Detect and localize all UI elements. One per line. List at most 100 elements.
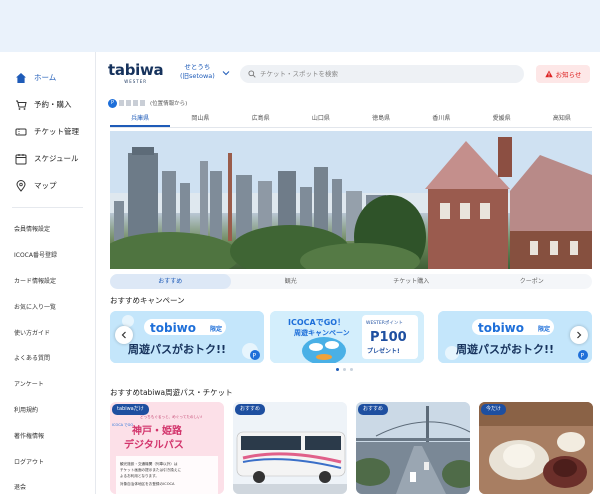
sidebar-main-nav: ホーム 予約・購入 チケット管理 スケジュール マップ [0,52,95,199]
campaign-carousel: tobiwo 限定 周遊パスがおトク!! P ICOCAでGO！ 周遊キャンペー… [96,309,600,365]
hero-illustration [110,131,592,269]
sidebar-link-copyright[interactable]: 著作権情報 [0,422,95,448]
carousel-pagination [336,368,353,371]
pass-card-art: どっちもぐるっと、めぐってたのしい! 神戸・姫路 デジタルパス ICOCA でG… [110,402,224,494]
location-badge-icon: P [108,98,117,108]
sidebar-sub-nav: 会員情報設定 ICOCA番号登録 カード情報設定 お気に入り一覧 使い方ガイド … [0,214,95,494]
campaign-banner-icoca-go[interactable]: ICOCAでGO！ 周遊キャンペーン WESTERポイント P100 プレゼント… [270,311,424,363]
chevron-left-icon [121,331,126,339]
tab-hyogo[interactable]: 兵庫県 [110,111,171,127]
sidebar-item-label: マップ [34,181,57,190]
home-icon [14,71,28,85]
logo-wordmark: tabiwa [108,61,164,79]
sidebar-link-withdraw[interactable]: 退会 [0,474,95,494]
sidebar-item-tickets[interactable]: チケット管理 [0,118,95,145]
notice-button[interactable]: お知らせ [536,65,590,83]
search-input[interactable] [260,70,500,78]
card-badge: 今だけ [481,404,507,415]
pass-card-sweets[interactable]: 今だけ [479,402,593,494]
tab-coupons[interactable]: クーポン [472,274,593,289]
tab-recommended[interactable]: おすすめ [110,274,231,289]
chevron-right-icon [577,331,582,339]
banner-tag: 限定 [538,325,550,333]
banner-brand: tobiwo [150,321,196,335]
card-note-3: よるお利用となります。 [120,473,159,478]
region-name: せとうち [184,63,211,71]
sidebar-link-logout[interactable]: ログアウト [0,448,95,474]
carousel-prev-button[interactable] [115,326,133,344]
carousel-dot[interactable] [350,368,353,371]
tab-tokushima[interactable]: 徳島県 [351,111,411,127]
calendar-icon [14,152,28,166]
sidebar-link-faq[interactable]: よくある質問 [0,345,95,371]
app-header: tabiwa WESTER せとうち (旧setowa) お知らせ [96,52,600,96]
tab-ticket-purchase[interactable]: チケット購入 [351,274,472,289]
top-band [0,0,600,52]
banner-tag: 限定 [210,325,222,333]
tab-yamaguchi[interactable]: 山口県 [291,111,351,127]
sidebar-link-favorites[interactable]: お気に入り一覧 [0,293,95,319]
card-note-4: 対象自治体地区をお登録のICOCA [120,481,175,486]
campaign-section-title: おすすめキャンペーン [110,296,185,305]
banner-badge: P [581,353,585,360]
tab-ehime[interactable]: 愛媛県 [472,111,532,127]
sidebar-item-booking[interactable]: 予約・購入 [0,91,95,118]
logo-subtext: WESTER [124,79,148,84]
cart-icon [14,98,28,112]
tab-okayama[interactable]: 岡山県 [170,111,230,127]
pass-card-art [479,402,593,494]
passes-section-title: おすすめtabiwa周遊パス・チケット [110,388,233,397]
banner-brand: tobiwo [478,321,524,335]
banner-art: tobiwo 限定 周遊パスがおトク!! P [438,311,592,363]
sidebar-item-schedule[interactable]: スケジュール [0,145,95,172]
region-selector[interactable]: せとうち (旧setowa) [180,63,230,81]
carousel-next-button[interactable] [570,326,588,344]
sidebar-item-home[interactable]: ホーム [0,64,95,91]
pass-card-art [356,402,470,494]
sidebar-link-card-settings[interactable]: カード情報設定 [0,268,95,294]
tab-kagawa[interactable]: 香川県 [411,111,471,127]
location-indicator[interactable]: P (位置情報から) [108,97,187,109]
banner-headline: 周遊パスがおトク!! [456,342,554,356]
sidebar-item-map[interactable]: マップ [0,172,95,199]
sidebar-link-icoca-register[interactable]: ICOCA番号登録 [0,242,95,268]
tabiwa-logo[interactable]: tabiwa WESTER [108,61,164,85]
pass-card-bus[interactable]: おすすめ [233,402,347,494]
sidebar-divider [12,207,83,208]
pass-card-art [233,402,347,494]
banner-present: プレゼント! [367,347,400,355]
carousel-dot[interactable] [343,368,346,371]
card-side-label: ICOCA でGO [112,423,133,427]
sidebar-link-terms[interactable]: 利用規約 [0,397,95,423]
search-bar[interactable] [240,65,524,83]
sidebar-link-member-settings[interactable]: 会員情報設定 [0,216,95,242]
card-note-2: チケット画面の提示または引き換えに [120,467,181,472]
region-subname: (旧setowa) [180,72,215,80]
card-tagline: どっちもぐるっと、めぐってたのしい! [140,414,202,419]
pass-card-akashi-bridge[interactable]: おすすめ [356,402,470,494]
tab-hiroshima[interactable]: 広島県 [231,111,291,127]
card-badge: おすすめ [358,404,389,415]
banner-badge: P [253,353,257,360]
banner-art: ICOCAでGO！ 周遊キャンペーン WESTERポイント P100 プレゼント… [270,311,424,363]
ticket-icon [14,125,28,139]
carousel-dot[interactable] [336,368,339,371]
tab-sightseeing[interactable]: 観光 [231,274,352,289]
campaign-banner-tobiwo-2[interactable]: tobiwo 限定 周遊パスがおトク!! P [438,311,592,363]
card-badge: tabiwaだけ [112,404,149,415]
sidebar-link-guide[interactable]: 使い方ガイド [0,319,95,345]
pass-card-kobe-himeji[interactable]: どっちもぐるっと、めぐってたのしい! 神戸・姫路 デジタルパス ICOCA でG… [110,402,224,494]
location-label: (位置情報から) [150,101,188,107]
content-tabs: おすすめ 観光 チケット購入 クーポン [110,274,592,289]
tab-kochi[interactable]: 高知県 [532,111,592,127]
banner-art: tobiwo 限定 周遊パスがおトク!! P [110,311,264,363]
sidebar: ホーム 予約・購入 チケット管理 スケジュール マップ 会員情報設定 ICOCA… [0,52,96,494]
sidebar-item-label: スケジュール [34,154,79,163]
card-note-1: 観光施設・交通機関（列車以外）は [120,461,178,466]
campaign-banner-tobiwo-1[interactable]: tobiwo 限定 周遊パスがおトク!! P [110,311,264,363]
notice-label: お知らせ [555,71,582,79]
sidebar-link-survey[interactable]: アンケート [0,371,95,397]
location-masked-text [119,100,147,106]
card-badge: おすすめ [235,404,266,415]
card-title1: 神戸・姫路 [132,424,183,437]
